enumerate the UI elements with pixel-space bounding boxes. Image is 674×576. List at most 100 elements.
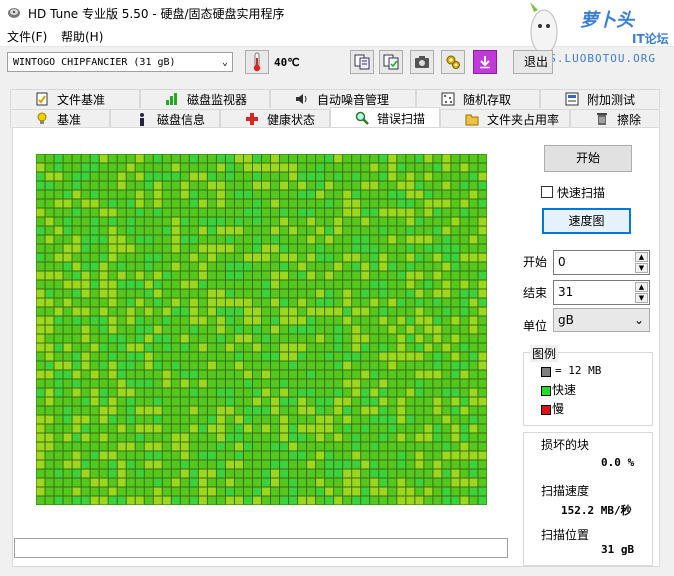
scan-block bbox=[451, 379, 460, 388]
scan-block bbox=[397, 379, 406, 388]
start-scan-button[interactable]: 开始 bbox=[544, 145, 632, 172]
scan-block bbox=[298, 334, 307, 343]
scan-block bbox=[162, 451, 171, 460]
scan-block bbox=[153, 217, 162, 226]
speed-map-button[interactable]: 速度图 bbox=[542, 208, 631, 234]
unit-select[interactable]: gB ⌄ bbox=[553, 308, 650, 332]
scan-block bbox=[171, 280, 180, 289]
scan-block bbox=[451, 451, 460, 460]
scan-block bbox=[99, 307, 108, 316]
scan-block bbox=[252, 199, 261, 208]
scan-block bbox=[108, 496, 117, 505]
options-button[interactable] bbox=[441, 50, 465, 74]
scan-block bbox=[316, 334, 325, 343]
scan-block bbox=[271, 172, 280, 181]
scan-block bbox=[370, 325, 379, 334]
scan-block bbox=[108, 244, 117, 253]
tab-file-benchmark[interactable]: 文件基准 bbox=[10, 89, 140, 108]
tab-disk-info[interactable]: 磁盘信息 bbox=[110, 109, 220, 128]
scan-block bbox=[460, 316, 469, 325]
scan-block bbox=[289, 181, 298, 190]
scan-block bbox=[316, 262, 325, 271]
scan-block bbox=[316, 487, 325, 496]
scan-block bbox=[153, 370, 162, 379]
scan-block bbox=[280, 316, 289, 325]
scan-block bbox=[379, 307, 388, 316]
scan-block bbox=[325, 271, 334, 280]
scan-block bbox=[460, 478, 469, 487]
spin-up-icon[interactable]: ▲ bbox=[635, 282, 648, 292]
scan-block bbox=[171, 397, 180, 406]
scan-block bbox=[298, 244, 307, 253]
tab-benchmark[interactable]: 基准 bbox=[10, 109, 110, 128]
scan-block bbox=[99, 235, 108, 244]
scan-block bbox=[388, 226, 397, 235]
scan-block bbox=[198, 181, 207, 190]
scan-block bbox=[271, 415, 280, 424]
scan-block bbox=[271, 199, 280, 208]
scan-block bbox=[352, 487, 361, 496]
tab-erase[interactable]: 擦除 bbox=[570, 109, 660, 128]
scan-block bbox=[54, 244, 63, 253]
scan-block bbox=[180, 370, 189, 379]
scan-block bbox=[352, 154, 361, 163]
scan-block bbox=[90, 496, 99, 505]
scan-block bbox=[162, 370, 171, 379]
scan-block bbox=[54, 280, 63, 289]
spin-down-icon[interactable]: ▼ bbox=[635, 263, 648, 273]
tab-disk-monitor[interactable]: 磁盘监视器 bbox=[140, 89, 270, 108]
drive-select[interactable]: WINTOGO CHIPFANCIER (31 gB) ⌄ bbox=[7, 52, 233, 72]
tab-error-scan[interactable]: 错误扫描 bbox=[330, 107, 440, 128]
scan-block bbox=[126, 154, 135, 163]
screenshot-button[interactable] bbox=[410, 50, 434, 74]
scan-block bbox=[379, 379, 388, 388]
scan-block bbox=[478, 352, 487, 361]
spin-up-icon[interactable]: ▲ bbox=[635, 252, 648, 262]
save-button[interactable] bbox=[473, 50, 497, 74]
scan-block bbox=[379, 469, 388, 478]
status-field bbox=[14, 538, 508, 558]
copy-text-button[interactable] bbox=[350, 50, 374, 74]
scan-block bbox=[406, 352, 415, 361]
scan-block bbox=[54, 451, 63, 460]
start-position-input[interactable]: 0 ▲ ▼ bbox=[553, 250, 650, 275]
tab-folder-usage[interactable]: 文件夹占用率 bbox=[440, 109, 570, 128]
scan-block bbox=[325, 415, 334, 424]
scan-block bbox=[361, 388, 370, 397]
scan-block bbox=[135, 235, 144, 244]
end-position-input[interactable]: 31 ▲ ▼ bbox=[553, 280, 650, 305]
menu-file[interactable]: 文件(F) bbox=[7, 28, 47, 45]
scan-block bbox=[99, 379, 108, 388]
scan-block bbox=[442, 199, 451, 208]
tab-random-access[interactable]: 随机存取 bbox=[416, 89, 540, 108]
menu-help[interactable]: 帮助(H) bbox=[61, 28, 103, 45]
exit-button[interactable]: 退出 bbox=[513, 50, 553, 74]
scan-block bbox=[162, 388, 171, 397]
scan-block bbox=[289, 199, 298, 208]
tab-aam[interactable]: 自动噪音管理 bbox=[270, 89, 416, 108]
scan-block bbox=[135, 406, 144, 415]
scan-block bbox=[289, 388, 298, 397]
spin-down-icon[interactable]: ▼ bbox=[635, 293, 648, 303]
scan-block bbox=[406, 163, 415, 172]
scan-block bbox=[189, 226, 198, 235]
scan-block bbox=[478, 271, 487, 280]
scan-block bbox=[424, 397, 433, 406]
scan-block bbox=[415, 388, 424, 397]
scan-block bbox=[478, 199, 487, 208]
tab-extra-tests[interactable]: 附加测试 bbox=[540, 89, 660, 108]
scan-block bbox=[108, 469, 117, 478]
scan-block bbox=[180, 163, 189, 172]
scan-block bbox=[36, 379, 45, 388]
scan-block bbox=[280, 253, 289, 262]
tab-health[interactable]: 健康状态 bbox=[220, 109, 330, 128]
scan-block bbox=[54, 172, 63, 181]
temperature-button[interactable] bbox=[245, 50, 269, 74]
scan-block bbox=[343, 361, 352, 370]
scan-block bbox=[334, 334, 343, 343]
copy-all-button[interactable] bbox=[379, 50, 403, 74]
scan-block bbox=[81, 244, 90, 253]
scan-block bbox=[442, 370, 451, 379]
scan-block bbox=[460, 235, 469, 244]
quick-scan-checkbox[interactable] bbox=[541, 186, 553, 198]
